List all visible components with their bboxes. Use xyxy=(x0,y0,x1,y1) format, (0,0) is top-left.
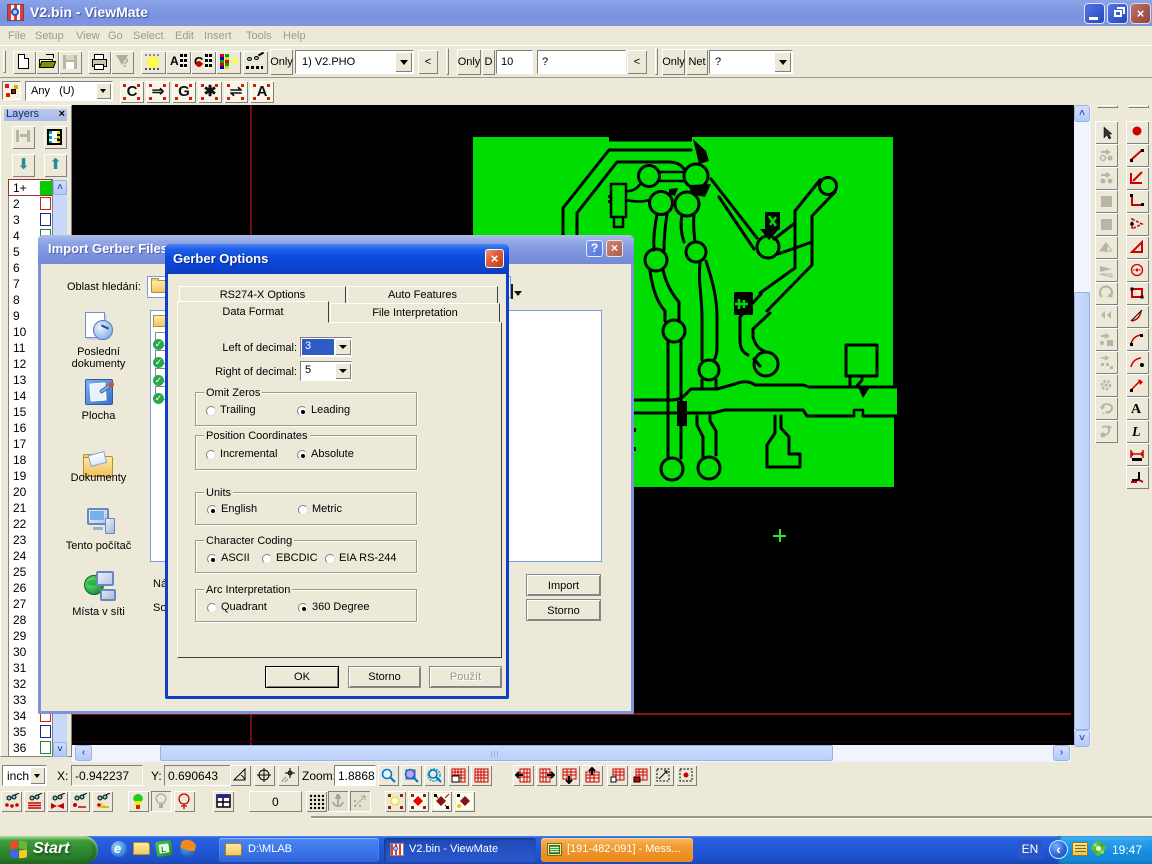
svg-text:L: L xyxy=(1131,425,1141,439)
svg-text:A: A xyxy=(1131,402,1142,416)
